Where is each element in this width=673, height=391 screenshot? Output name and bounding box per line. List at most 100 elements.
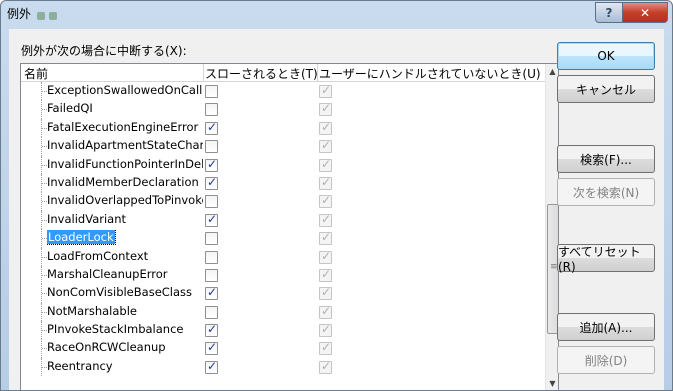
user-unhandled-checkbox[interactable]: ✓: [319, 303, 332, 319]
user-unhandled-checkbox[interactable]: ✓: [319, 83, 332, 98]
column-header-thrown[interactable]: スローされるとき(T): [205, 65, 318, 81]
list-item[interactable]: InvalidApartmentStateChange ✓: [21, 137, 545, 156]
list-item[interactable]: RaceOnRCWCleanup ✓ ✓: [21, 339, 545, 358]
thrown-checkbox[interactable]: ✓: [205, 285, 218, 301]
user-unhandled-checkbox[interactable]: ✓: [319, 340, 332, 356]
list-item[interactable]: Reentrancy ✓ ✓: [21, 357, 545, 377]
ok-button[interactable]: OK: [557, 42, 655, 70]
exception-name[interactable]: FatalExecutionEngineError: [47, 120, 203, 136]
exception-name[interactable]: InvalidOverlappedToPinvoke: [47, 193, 203, 209]
check-icon: ✓: [207, 156, 218, 171]
user-unhandled-checkbox[interactable]: ✓: [319, 230, 332, 246]
exception-name[interactable]: InvalidMemberDeclaration: [47, 175, 203, 191]
list-item[interactable]: NonComVisibleBaseClass ✓ ✓: [21, 284, 545, 303]
exception-name[interactable]: MarshalCleanupError: [47, 267, 203, 283]
user-unhandled-checkbox[interactable]: ✓: [319, 101, 332, 117]
thrown-checkbox[interactable]: ✓: [205, 174, 218, 190]
exception-name[interactable]: RaceOnRCWCleanup: [47, 340, 203, 356]
title-bar-faded-toolbar: [37, 9, 71, 21]
add-button[interactable]: 追加(A)...: [557, 313, 655, 341]
user-unhandled-checkbox[interactable]: ✓: [319, 249, 332, 264]
thrown-checkbox[interactable]: [205, 85, 218, 98]
check-icon: ✓: [321, 83, 332, 97]
check-icon: ✓: [207, 322, 218, 337]
list-item[interactable]: FailedQI ✓: [21, 100, 545, 119]
list-item[interactable]: PInvokeStackImbalance ✓ ✓: [21, 321, 545, 340]
exception-name[interactable]: ExceptionSwallowedOnCallFromCom: [47, 83, 203, 99]
vertical-scrollbar[interactable]: ▲ ≡ ▼: [545, 64, 558, 390]
user-unhandled-checkbox[interactable]: ✓: [319, 285, 332, 301]
user-unhandled-checkbox[interactable]: ✓: [319, 120, 332, 135]
user-unhandled-checkbox[interactable]: ✓: [319, 212, 332, 227]
thrown-checkbox[interactable]: [205, 250, 218, 264]
check-icon: ✓: [207, 174, 218, 189]
check-icon: ✓: [321, 156, 332, 171]
user-unhandled-checkbox[interactable]: ✓: [319, 174, 332, 190]
user-unhandled-checkbox[interactable]: ✓: [319, 322, 332, 338]
list-item[interactable]: ExceptionSwallowedOnCallFromCom ✓: [21, 82, 545, 101]
thrown-checkbox[interactable]: ✓: [205, 156, 218, 172]
check-icon: ✓: [321, 303, 332, 318]
scroll-down-arrow-icon[interactable]: ▼: [548, 379, 557, 388]
exception-name[interactable]: InvalidApartmentStateChange: [47, 138, 203, 154]
check-icon: ✓: [321, 193, 332, 208]
list-item[interactable]: MarshalCleanupError ✓: [21, 265, 545, 285]
close-button[interactable]: ✕: [622, 2, 668, 23]
exceptions-tree-list[interactable]: 名前 スローされるとき(T) ユーザーにハンドルされていないとき(U) Exce…: [20, 63, 559, 390]
find-button[interactable]: 検索(F)...: [557, 145, 655, 173]
help-button[interactable]: ?: [595, 2, 623, 23]
list-item[interactable]: InvalidOverlappedToPinvoke ✓: [21, 192, 545, 211]
check-icon: ✓: [207, 358, 218, 373]
check-icon: ✓: [321, 101, 332, 116]
user-unhandled-checkbox[interactable]: ✓: [319, 193, 332, 209]
exception-name[interactable]: NotMarshalable: [47, 304, 203, 320]
list-item[interactable]: InvalidFunctionPointerInDelegate ✓ ✓: [21, 155, 545, 174]
thrown-checkbox[interactable]: [205, 268, 218, 282]
title-bar: 例外 ? ✕: [1, 1, 672, 27]
thrown-checkbox[interactable]: [205, 232, 218, 246]
list-item[interactable]: LoadFromContext ✓: [21, 247, 545, 266]
exception-name[interactable]: NonComVisibleBaseClass: [47, 285, 203, 301]
check-icon: ✓: [207, 340, 218, 355]
thrown-checkbox[interactable]: ✓: [205, 212, 218, 227]
exception-name[interactable]: InvalidVariant: [47, 212, 203, 228]
list-item[interactable]: InvalidMemberDeclaration ✓ ✓: [21, 173, 545, 193]
check-icon: ✓: [321, 230, 332, 245]
cancel-button[interactable]: キャンセル: [557, 75, 655, 103]
dialog-client-area: 例外が次の場合に中断する(X): 名前 スローされるとき(T) ユーザーにハンド…: [9, 29, 664, 390]
find-next-button[interactable]: 次を検索(N): [557, 178, 655, 206]
thrown-checkbox[interactable]: [205, 140, 218, 154]
check-icon: ✓: [321, 174, 332, 189]
list-item[interactable]: FatalExecutionEngineError ✓ ✓: [21, 118, 545, 138]
scroll-up-arrow-icon[interactable]: ▲: [548, 67, 557, 76]
list-item[interactable]: InvalidVariant ✓ ✓: [21, 210, 545, 230]
list-item[interactable]: LoaderLock ✓: [21, 229, 545, 248]
thrown-checkbox[interactable]: ✓: [205, 322, 218, 338]
column-header-unhandled[interactable]: ユーザーにハンドルされていないとき(U): [319, 65, 541, 81]
thrown-checkbox[interactable]: [205, 305, 218, 319]
reset-all-button[interactable]: すべてリセット(R): [557, 244, 655, 274]
user-unhandled-checkbox[interactable]: ✓: [319, 359, 332, 374]
thrown-checkbox[interactable]: ✓: [205, 358, 218, 374]
user-unhandled-checkbox[interactable]: ✓: [319, 156, 332, 172]
thrown-checkbox[interactable]: ✓: [205, 340, 218, 356]
delete-button[interactable]: 削除(D): [557, 346, 655, 374]
exception-name[interactable]: InvalidFunctionPointerInDelegate: [47, 157, 203, 173]
user-unhandled-checkbox[interactable]: ✓: [319, 267, 332, 282]
exception-name[interactable]: Reentrancy: [47, 359, 203, 375]
exception-name[interactable]: FailedQI: [47, 101, 203, 117]
list-item[interactable]: NotMarshalable ✓: [21, 302, 545, 322]
window-title: 例外: [7, 7, 32, 21]
exception-name[interactable]: LoaderLock: [47, 230, 203, 246]
column-header: 名前 スローされるとき(T) ユーザーにハンドルされていないとき(U): [21, 64, 545, 82]
thrown-checkbox[interactable]: [205, 103, 218, 117]
exception-name[interactable]: LoadFromContext: [47, 249, 203, 265]
check-icon: ✓: [207, 119, 218, 134]
check-icon: ✓: [321, 340, 332, 355]
column-header-name[interactable]: 名前: [24, 65, 48, 81]
exception-name[interactable]: PInvokeStackImbalance: [47, 322, 203, 338]
thrown-checkbox[interactable]: ✓: [205, 119, 218, 135]
thrown-checkbox[interactable]: [205, 195, 218, 209]
user-unhandled-checkbox[interactable]: ✓: [319, 138, 332, 154]
column-divider: [203, 64, 204, 81]
